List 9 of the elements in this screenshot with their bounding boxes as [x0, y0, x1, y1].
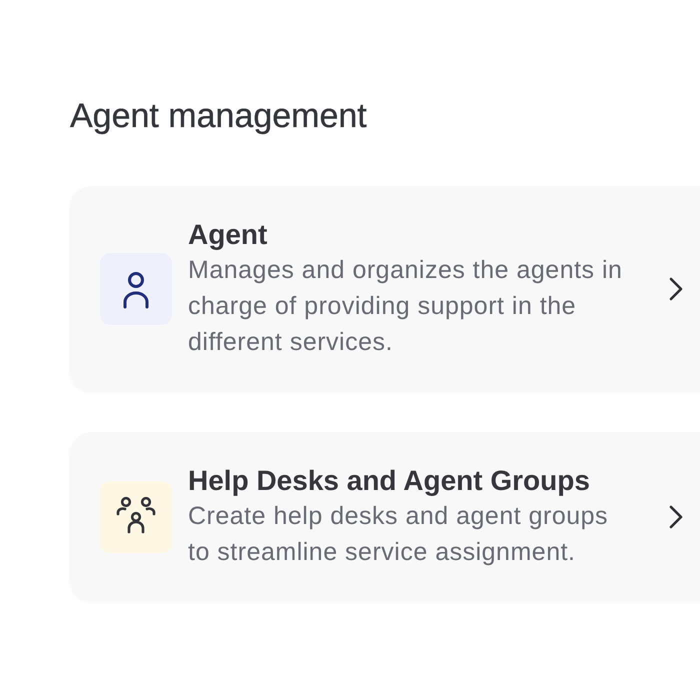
chevron-right-icon — [669, 505, 683, 529]
settings-card[interactable]: Help Desks and Agent Groups Create help desks and agent groups to streamline service assignment. — [70, 432, 700, 602]
section-heading: Agent management — [70, 96, 368, 136]
card-description: Manages and organizes the agents in charge of providing support in the different services. — [188, 255, 624, 358]
settings-card[interactable]: Agent Manages and organizes the agents in charge of providing support in the different services. — [70, 186, 700, 392]
card-title: Agent — [188, 218, 268, 252]
card-title: Help Desks and Agent Groups — [188, 464, 591, 498]
card-description: Create help desks and agent groups to streamline service assignment. — [188, 501, 610, 568]
chevron-right-icon — [669, 277, 683, 301]
